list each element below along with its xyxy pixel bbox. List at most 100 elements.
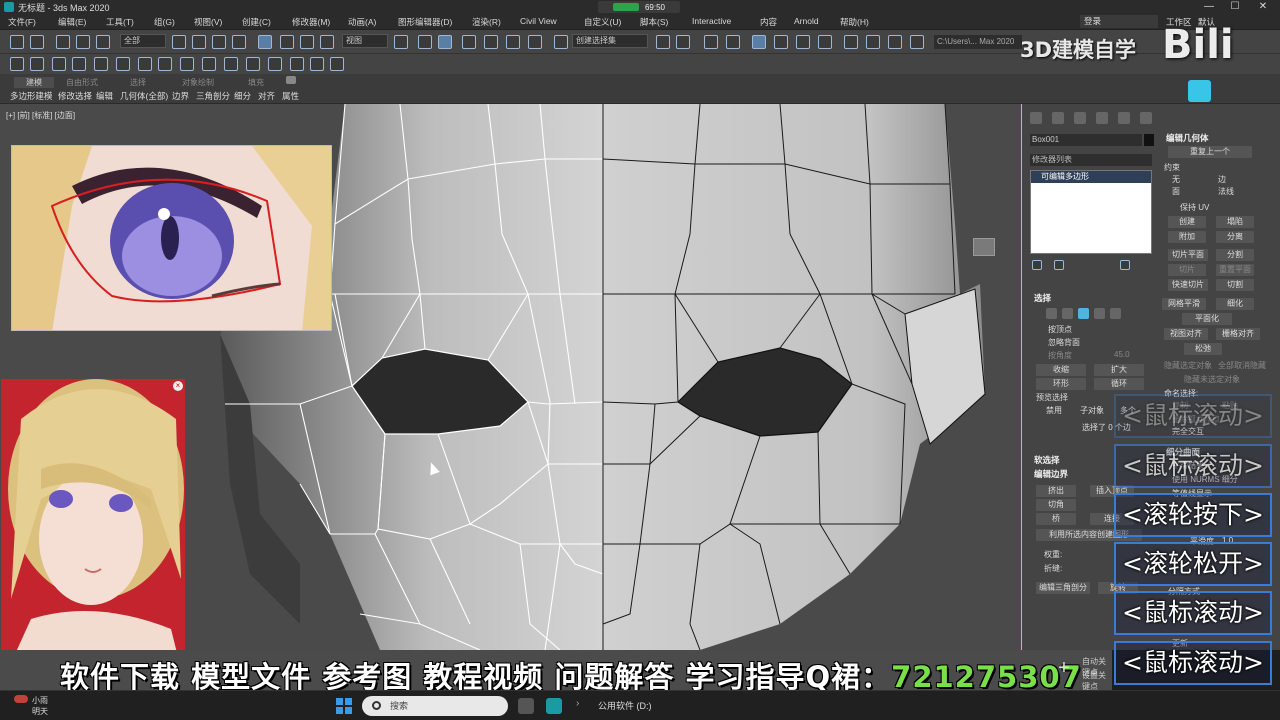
settings-icon[interactable] bbox=[330, 57, 344, 71]
sphere-icon[interactable] bbox=[202, 57, 216, 71]
taskbar-search-box[interactable]: 搜索 bbox=[362, 696, 508, 716]
link-icon[interactable] bbox=[56, 35, 70, 49]
edit-named-sets-icon[interactable] bbox=[554, 35, 568, 49]
geometry-icon[interactable] bbox=[138, 57, 152, 71]
close-button[interactable]: ✕ bbox=[1250, 1, 1276, 13]
hide-unselected-button[interactable]: 隐藏未选定对象 bbox=[1184, 374, 1240, 385]
create-button[interactable]: 创建 bbox=[1168, 216, 1206, 228]
repeat-last-button[interactable]: 重复上一个 bbox=[1168, 146, 1252, 158]
menu-interactive[interactable]: Interactive bbox=[692, 16, 731, 26]
object-name-field[interactable]: Box001 bbox=[1030, 134, 1142, 146]
create-tab-icon[interactable] bbox=[1030, 112, 1042, 124]
select-manipulate-icon[interactable] bbox=[418, 35, 432, 49]
display-tab-icon[interactable] bbox=[1118, 112, 1130, 124]
scene-explorer-icon[interactable] bbox=[704, 35, 718, 49]
plane-icon[interactable] bbox=[290, 57, 304, 71]
weather-widget[interactable]: 小雨 明天 bbox=[32, 695, 48, 717]
snap-edge-icon[interactable] bbox=[30, 57, 44, 71]
cut-button[interactable]: 切割 bbox=[1216, 279, 1254, 291]
project-path-field[interactable]: C:\Users\... Max 2020 bbox=[934, 35, 1022, 49]
selection-rollout-header[interactable]: 选择 bbox=[1034, 292, 1051, 304]
angle-value[interactable]: 45.0 bbox=[1114, 350, 1130, 359]
make-planar-button[interactable]: 平面化 bbox=[1182, 313, 1232, 325]
task-view-icon[interactable] bbox=[518, 698, 534, 714]
render-cloud-icon[interactable] bbox=[910, 35, 924, 49]
preserve-uv-checkbox[interactable]: 保持 UV bbox=[1180, 202, 1209, 213]
attach-button[interactable]: 附加 bbox=[1168, 231, 1206, 243]
by-angle-checkbox[interactable]: 按角度 bbox=[1048, 350, 1072, 361]
rotate-icon[interactable] bbox=[280, 35, 294, 49]
align-icon[interactable] bbox=[676, 35, 690, 49]
view-align-button[interactable]: 视图对齐 bbox=[1164, 328, 1208, 340]
3dsmax-taskbar-icon[interactable] bbox=[546, 698, 562, 714]
edit-triangulation-button[interactable]: 编辑三角剖分 bbox=[1036, 582, 1090, 594]
viewcube-icon[interactable] bbox=[973, 238, 995, 256]
ribbon-align[interactable]: 对齐 bbox=[258, 90, 275, 102]
curve-editor-icon[interactable] bbox=[774, 35, 788, 49]
menu-modifiers[interactable]: 修改器(M) bbox=[292, 16, 330, 28]
soft-selection-rollout-header[interactable]: 软选择 bbox=[1034, 454, 1060, 466]
menu-create[interactable]: 创建(C) bbox=[242, 16, 271, 28]
ribbon-tab-populate[interactable]: 填充 bbox=[248, 77, 264, 88]
box-icon[interactable] bbox=[268, 57, 282, 71]
schematic-view-icon[interactable] bbox=[796, 35, 810, 49]
tessellate-button[interactable]: 细化 bbox=[1216, 298, 1254, 310]
shape-icon[interactable] bbox=[116, 57, 130, 71]
object-color-swatch[interactable] bbox=[1144, 134, 1154, 146]
constraint-none-radio[interactable]: 无 bbox=[1172, 174, 1180, 185]
rect-selection-icon[interactable] bbox=[212, 35, 226, 49]
chevron-right-icon[interactable]: › bbox=[576, 698, 586, 714]
menu-graph-editors[interactable]: 图形编辑器(D) bbox=[398, 16, 452, 28]
windows-start-icon[interactable] bbox=[336, 698, 352, 714]
undo-icon[interactable] bbox=[10, 35, 24, 49]
torus-icon[interactable] bbox=[224, 57, 238, 71]
hierarchy-tab-icon[interactable] bbox=[1074, 112, 1086, 124]
motion-tab-icon[interactable] bbox=[1096, 112, 1108, 124]
snap-vertex-icon[interactable] bbox=[10, 57, 24, 71]
ribbon-subdivision[interactable]: 细分 bbox=[234, 90, 251, 102]
preview-subobject-radio[interactable]: 子对象 bbox=[1080, 405, 1104, 416]
ribbon-tab-selection[interactable]: 选择 bbox=[130, 77, 146, 88]
extrude-button[interactable]: 挤出 bbox=[1036, 485, 1076, 497]
placement-icon[interactable] bbox=[320, 35, 334, 49]
reference-coord-dropdown[interactable]: 视图 bbox=[342, 34, 388, 48]
menu-content[interactable]: 内容 bbox=[760, 16, 777, 28]
teapot-icon[interactable] bbox=[180, 57, 194, 71]
detach-button[interactable]: 分离 bbox=[1216, 231, 1254, 243]
menu-scripting[interactable]: 脚本(S) bbox=[640, 16, 668, 28]
shrink-button[interactable]: 收缩 bbox=[1036, 364, 1086, 376]
pivot-center-icon[interactable] bbox=[394, 35, 408, 49]
percent-snap-icon[interactable] bbox=[506, 35, 520, 49]
ring-button[interactable]: 环形 bbox=[1036, 378, 1086, 390]
menu-file[interactable]: 文件(F) bbox=[8, 16, 36, 28]
ribbon-properties[interactable]: 属性 bbox=[282, 90, 299, 102]
snaps-toggle-icon[interactable] bbox=[462, 35, 476, 49]
select-by-name-icon[interactable] bbox=[192, 35, 206, 49]
light-icon[interactable] bbox=[52, 57, 66, 71]
loop-button[interactable]: 循环 bbox=[1094, 378, 1144, 390]
ribbon-toggle-icon[interactable] bbox=[286, 76, 296, 84]
menu-customize[interactable]: 自定义(U) bbox=[584, 16, 621, 28]
modifier-item-editable-poly[interactable]: 可编辑多边形 bbox=[1031, 171, 1151, 183]
constraint-face-radio[interactable]: 面 bbox=[1172, 186, 1180, 197]
cylinder-icon[interactable] bbox=[246, 57, 260, 71]
unlink-icon[interactable] bbox=[76, 35, 90, 49]
helper-icon[interactable] bbox=[94, 57, 108, 71]
show-end-result-icon[interactable] bbox=[1054, 260, 1064, 270]
viewport-label[interactable]: [+] [前] [标准] [边面] bbox=[6, 110, 75, 121]
ribbon-toggle-icon[interactable] bbox=[752, 35, 766, 49]
set-key-label[interactable]: 设置关键点 bbox=[1082, 670, 1112, 692]
particle-icon[interactable] bbox=[158, 57, 172, 71]
render-production-icon[interactable] bbox=[888, 35, 902, 49]
menu-tools[interactable]: 工具(T) bbox=[106, 16, 134, 28]
mirror-icon[interactable] bbox=[656, 35, 670, 49]
ignore-backfacing-checkbox[interactable]: 忽略背面 bbox=[1048, 337, 1080, 348]
menu-group[interactable]: 组(G) bbox=[154, 16, 175, 28]
ribbon-tab-modeling[interactable]: 建模 bbox=[14, 77, 54, 88]
meshsmooth-button[interactable]: 网格平滑 bbox=[1162, 298, 1206, 310]
explorer-window-label[interactable]: 公用软件 (D:) bbox=[598, 699, 652, 712]
close-reference-icon[interactable]: × bbox=[173, 381, 183, 391]
menu-rendering[interactable]: 渲染(R) bbox=[472, 16, 501, 28]
menu-arnold[interactable]: Arnold bbox=[794, 16, 819, 26]
grid-align-button[interactable]: 栅格对齐 bbox=[1216, 328, 1260, 340]
